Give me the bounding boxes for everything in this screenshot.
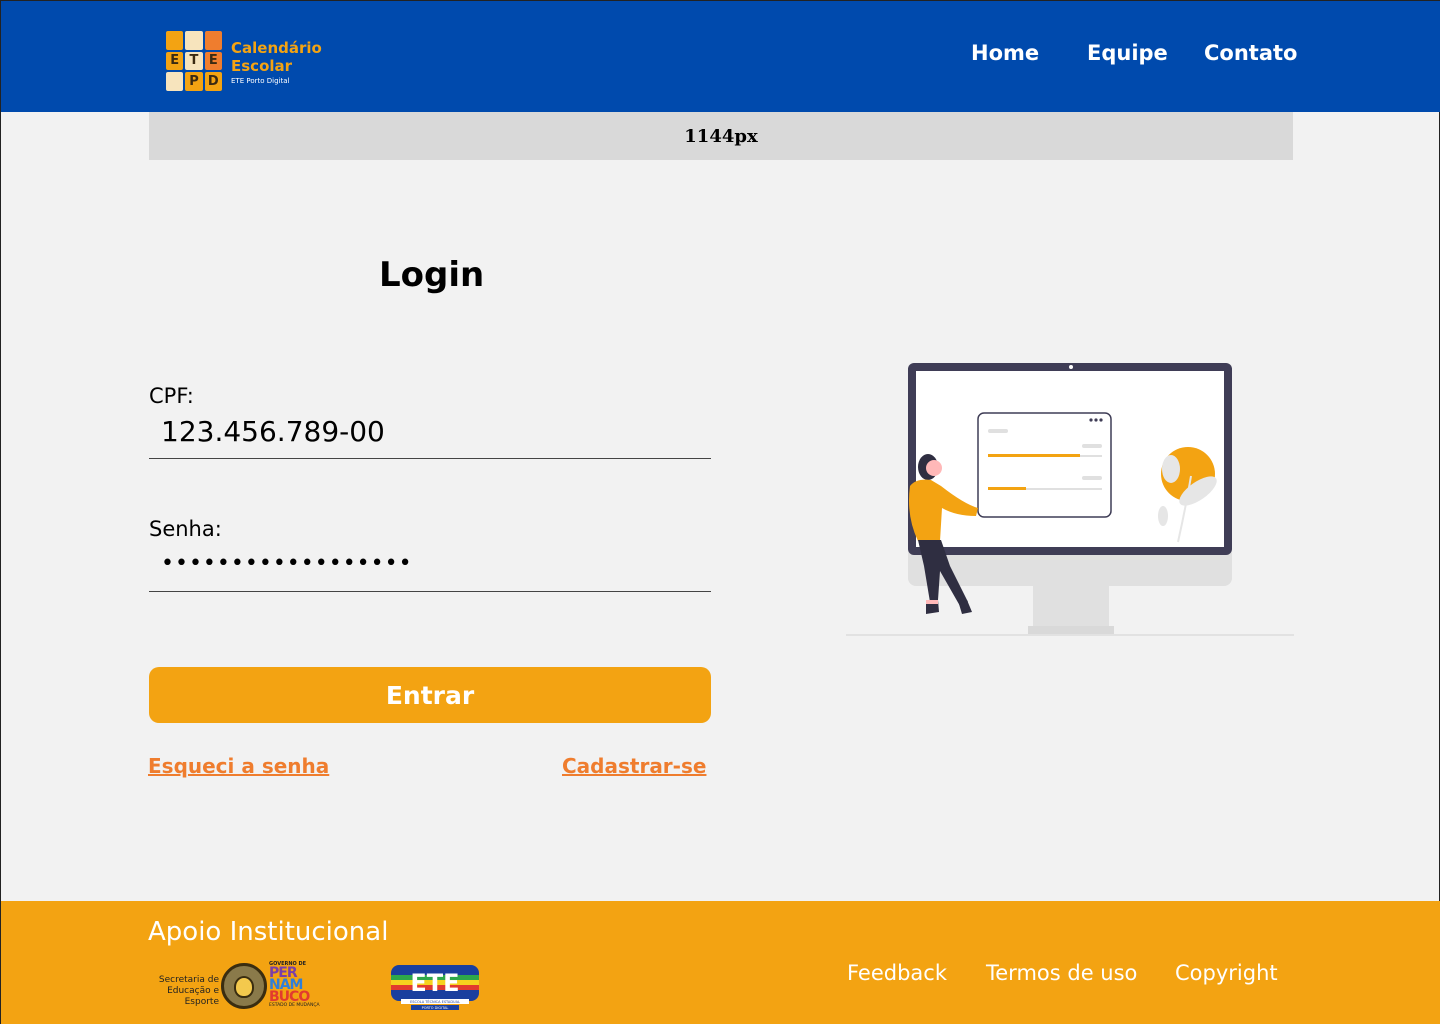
pernambuco-logo: GOVERNO DE PER NAM BUCO ESTADO DE MUDANÇ…	[269, 961, 331, 1011]
pernambuco-line: BUCO	[269, 989, 310, 1005]
window-card	[977, 412, 1112, 518]
senha-input[interactable]: ••••••••••••••••••	[161, 551, 413, 576]
logo-grid: E T E P D	[166, 31, 222, 91]
secretaria-text: Secretaria de Educação e Esporte	[158, 975, 219, 1007]
logo-cell: E	[166, 51, 184, 71]
footer-feedback-link[interactable]: Feedback	[847, 961, 947, 985]
camera-dot	[1069, 365, 1073, 369]
logo-title-line2: Escolar	[231, 57, 293, 75]
pernambuco-bottom: ESTADO DE MUDANÇA	[269, 1003, 320, 1008]
app-logo[interactable]: E T E P D Calendário Escolar ETE Porto D…	[166, 31, 336, 93]
monitor-base	[1028, 626, 1114, 634]
footer-title: Apoio Institucional	[148, 917, 389, 947]
signup-link[interactable]: Cadastrar-se	[562, 754, 706, 778]
logo-cell: P	[185, 72, 203, 91]
forgot-password-link[interactable]: Esqueci a senha	[148, 754, 329, 778]
secretaria-logo: Secretaria de Educação e Esporte GOVERNO…	[147, 959, 332, 1011]
logo-cell: T	[185, 51, 203, 71]
entrar-button[interactable]: Entrar	[149, 667, 711, 723]
logo-cell	[166, 72, 184, 91]
footer: Apoio Institucional Secretaria de Educaç…	[1, 901, 1440, 1024]
ete-line1: ESCOLA TÉCNICA ESTADUAL	[410, 999, 460, 1004]
senha-underline	[149, 591, 711, 592]
cpf-input[interactable]: 123.456.789-00	[161, 415, 385, 448]
monitor-stand	[1033, 586, 1109, 628]
ete-logo: ETE ESCOLA TÉCNICA ESTADUAL PORTO DIGITA…	[391, 965, 479, 1010]
ete-line2: PORTO DIGITAL	[422, 1006, 449, 1010]
login-title: Login	[379, 255, 485, 295]
senha-label: Senha:	[149, 517, 222, 541]
logo-cell	[185, 31, 203, 50]
person-face	[926, 460, 942, 476]
ete-word: ETE	[410, 969, 459, 997]
width-annotation-label: 1144px	[684, 125, 758, 147]
nav-equipe[interactable]: Equipe	[1087, 41, 1168, 65]
nav-home[interactable]: Home	[971, 41, 1039, 65]
seal-icon	[221, 963, 267, 1009]
logo-title: Calendário Escolar	[231, 39, 322, 75]
logo-subtitle: ETE Porto Digital	[231, 77, 290, 85]
logo-cell	[166, 31, 184, 50]
login-illustration	[846, 363, 1294, 636]
nav-contato[interactable]: Contato	[1204, 41, 1297, 65]
cpf-underline	[149, 458, 711, 459]
logo-title-line1: Calendário	[231, 39, 322, 57]
logo-cell	[204, 31, 222, 50]
logo-cell: D	[204, 72, 222, 91]
logo-cell: E	[204, 51, 222, 71]
footer-copyright-link[interactable]: Copyright	[1175, 961, 1278, 985]
cpf-label: CPF:	[149, 384, 194, 408]
width-annotation-bar: 1144px	[149, 112, 1293, 160]
header: E T E P D Calendário Escolar ETE Porto D…	[1, 1, 1440, 112]
footer-terms-link[interactable]: Termos de uso	[986, 961, 1137, 985]
